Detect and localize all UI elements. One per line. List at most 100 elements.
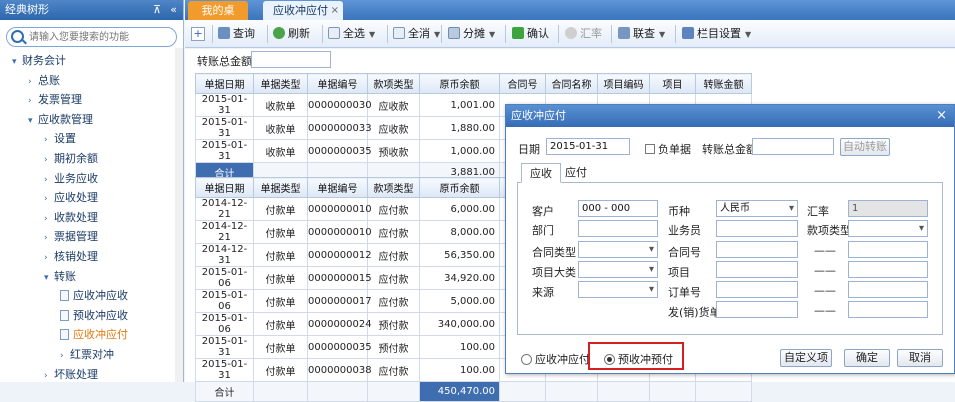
column-header[interactable]: 款项类型	[367, 177, 420, 198]
tree-item[interactable]: › 核销处理	[44, 248, 98, 266]
source-label: 来源	[532, 286, 554, 299]
transfer-total-label: 转账总金额	[197, 55, 252, 68]
column-header[interactable]: 单据编号	[307, 73, 368, 94]
transfer-total-input[interactable]	[251, 51, 331, 68]
negative-doc-checkbox[interactable]: 负单据	[645, 141, 691, 157]
search-box[interactable]	[6, 27, 179, 47]
tree-item[interactable]: ▾ 转账	[44, 268, 76, 286]
query-icon	[218, 27, 230, 39]
tab-payable[interactable]: 应付	[557, 163, 595, 183]
column-header[interactable]: 款项类型	[367, 73, 420, 94]
linked-query-button[interactable]: 联查 ▼	[618, 25, 665, 43]
tree-item[interactable]: › 票据管理	[44, 228, 98, 246]
table-cell: 付款单	[253, 358, 308, 382]
tree-item[interactable]: 应收冲应收	[60, 287, 128, 305]
tree-item[interactable]: › 红票对冲	[60, 346, 114, 364]
table-cell: 应付款	[367, 266, 420, 290]
refresh-button[interactable]: 刷新	[273, 25, 310, 43]
column-header[interactable]: 项目编码	[597, 73, 650, 94]
column-header[interactable]: 合同名称	[545, 73, 598, 94]
tree-item[interactable]: › 业务应收	[44, 170, 98, 188]
rate-button[interactable]: 汇率	[565, 25, 602, 43]
column-header[interactable]: 单据类型	[253, 177, 308, 198]
currency-select[interactable]: 人民币	[716, 200, 798, 217]
chevron-right-icon: ›	[28, 76, 32, 87]
tree-item[interactable]: › 坏账处理	[44, 366, 98, 384]
shipping-doc-input[interactable]	[716, 301, 798, 318]
table-cell: 2015-01-31	[195, 358, 254, 382]
deselect-all-button[interactable]: 全消 ▼	[393, 25, 440, 43]
split-button[interactable]: 分摊 ▼	[448, 25, 495, 43]
column-header[interactable]: 原币余额	[419, 177, 500, 198]
column-header[interactable]: 原币余额	[419, 73, 500, 94]
split-icon	[448, 27, 460, 39]
tree-item[interactable]: › 设置	[44, 130, 76, 148]
tree-item[interactable]: › 应收处理	[44, 189, 98, 207]
source-select[interactable]	[578, 281, 658, 298]
auto-transfer-button[interactable]: 自动转账	[840, 138, 890, 156]
custom-items-button[interactable]: 自定义项	[780, 349, 832, 367]
tab-my-desktop[interactable]: 我的桌面	[188, 1, 248, 36]
left-tree-panel: 经典树形 ⊼ « ▾ 财务会计 › 总账 › 发票管理 ▾ 应收款管理 › 设置 › 期初余额 › 业务应…	[0, 0, 184, 382]
tree-item-label: 财务会计	[22, 54, 66, 67]
customer-input[interactable]: 000 - 000	[578, 200, 658, 217]
column-header[interactable]: 单据编号	[307, 177, 368, 198]
salesman-input[interactable]	[716, 220, 798, 237]
tree-item[interactable]: 应收冲应付	[60, 326, 128, 344]
column-header[interactable]: 转账金额	[695, 73, 752, 94]
tree-item[interactable]: ▾ 财务会计	[12, 52, 66, 70]
column-header[interactable]: 单据日期	[195, 73, 254, 94]
tree-item[interactable]: › 收款处理	[44, 209, 98, 227]
tree-item[interactable]: 预收冲应收	[60, 307, 128, 325]
chevron-right-icon: ›	[44, 194, 48, 205]
table-cell: 0000000024	[307, 312, 372, 336]
contract-type-select[interactable]	[578, 241, 658, 258]
table-cell: 付款单	[253, 289, 308, 313]
blank-input-1[interactable]	[848, 241, 928, 258]
tab-close-icon[interactable]: ×	[331, 1, 339, 20]
blank-input-3[interactable]	[848, 281, 928, 298]
column-header[interactable]: 单据日期	[195, 177, 254, 198]
contract-no-input[interactable]	[716, 241, 798, 258]
department-label: 部门	[532, 224, 554, 237]
project-input[interactable]	[716, 261, 798, 278]
dash-label: ——	[814, 264, 836, 277]
checkbox-icon	[645, 144, 655, 154]
column-header[interactable]: 单据类型	[253, 73, 308, 94]
tree-item[interactable]: › 发票管理	[28, 91, 82, 109]
radio-ar-offset-ap[interactable]: 应收冲应付	[521, 351, 590, 367]
shipping-doc-label: 发(销)货单	[668, 306, 721, 319]
blank-input-2[interactable]	[848, 261, 928, 278]
table-cell: 应付款	[367, 220, 420, 244]
column-settings-button[interactable]: 栏目设置 ▼	[682, 25, 751, 43]
search-input[interactable]	[29, 29, 179, 45]
dialog-close-icon[interactable]: ×	[936, 105, 947, 127]
column-header[interactable]: 合同号	[499, 73, 546, 94]
blank-input-4[interactable]	[848, 301, 928, 318]
cancel-button[interactable]: 取消	[897, 349, 943, 367]
collapse-icon[interactable]: «	[170, 0, 177, 20]
fund-type-select[interactable]	[848, 220, 928, 237]
pin-icon[interactable]: ⊼	[153, 0, 161, 20]
ok-button[interactable]: 确定	[844, 349, 890, 367]
tree-scrollbar[interactable]	[175, 48, 183, 382]
rate-input[interactable]: 1	[848, 200, 928, 217]
tab-ar-ap-offset[interactable]: 应收冲应付 ×	[263, 1, 343, 20]
department-input[interactable]	[578, 220, 658, 237]
table-cell: 应收款	[367, 93, 420, 117]
table-cell: 2015-01-31	[195, 335, 254, 359]
tree-item[interactable]: ▾ 应收款管理	[28, 111, 93, 129]
query-button[interactable]: 查询	[218, 25, 255, 43]
dialog-total-input[interactable]	[752, 138, 834, 155]
add-icon[interactable]: +	[191, 27, 205, 41]
order-no-input[interactable]	[716, 281, 798, 298]
select-all-button[interactable]: 全选 ▼	[328, 25, 375, 43]
confirm-button[interactable]: 确认	[512, 25, 549, 43]
tree-item[interactable]: › 总账	[28, 72, 60, 90]
project-class-select[interactable]	[578, 261, 658, 278]
column-header[interactable]: 项目	[649, 73, 696, 94]
tree-item[interactable]: › 期初余额	[44, 150, 98, 168]
date-input[interactable]: 2015-01-31	[546, 138, 630, 155]
tab-receivable[interactable]: 应收	[521, 163, 561, 183]
linked-query-icon	[618, 27, 630, 39]
